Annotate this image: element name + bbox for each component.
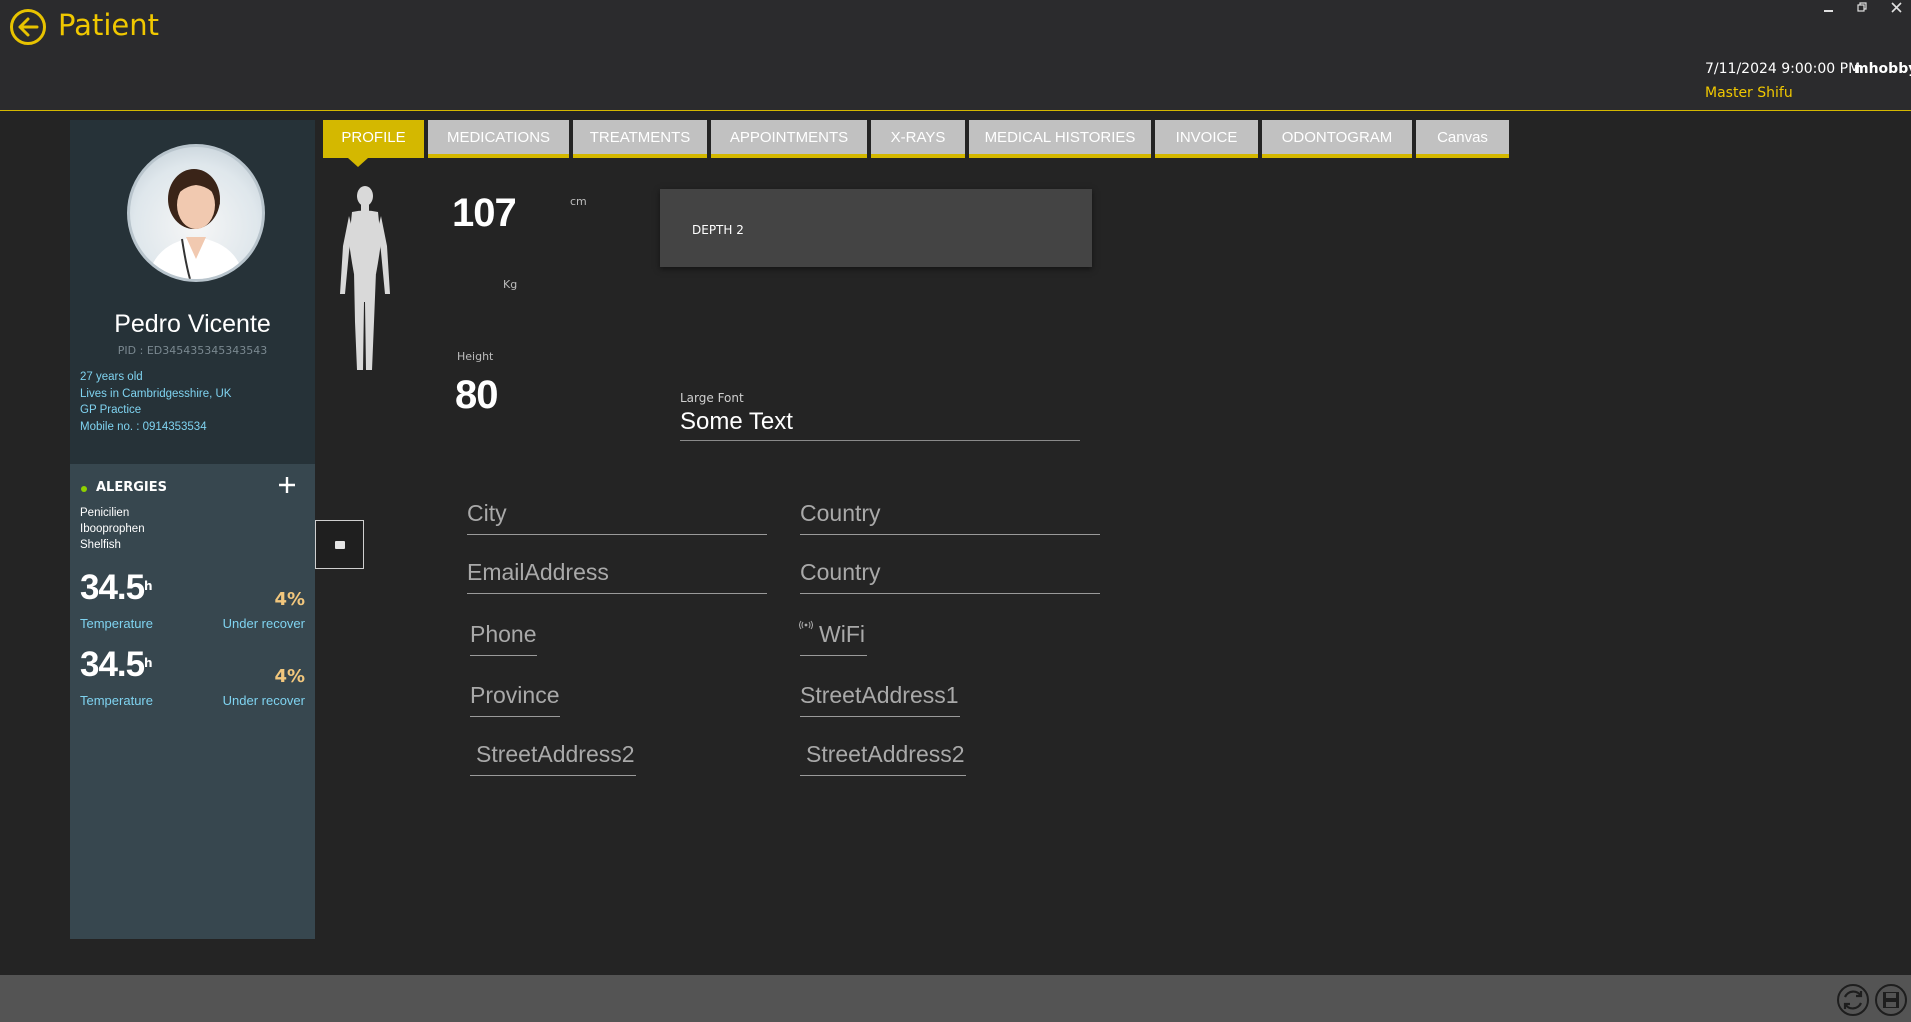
street-address2-field-2[interactable]: StreetAddress2 xyxy=(800,741,966,776)
stat-status: Under recover xyxy=(222,693,305,708)
stat-percent: 4% xyxy=(274,666,305,687)
tab-medications[interactable]: MEDICATIONS xyxy=(428,120,569,158)
country-field[interactable]: Country xyxy=(800,500,1100,535)
username: mhobby xyxy=(1854,61,1911,77)
back-button[interactable] xyxy=(10,9,46,45)
page-title: Patient xyxy=(58,8,159,42)
user-role: Master Shifu xyxy=(1705,85,1793,101)
stat-percent: 4% xyxy=(274,589,305,610)
stat-unit: h xyxy=(144,656,153,670)
close-icon[interactable] xyxy=(1891,1,1902,17)
height-label: Height xyxy=(457,350,494,363)
cm-unit: cm xyxy=(570,195,587,208)
large-font-field[interactable]: Some Text xyxy=(680,408,1080,441)
patient-photo xyxy=(148,169,244,279)
wifi-field[interactable]: WiFi xyxy=(800,621,867,656)
panel-toggle-button[interactable] xyxy=(315,520,364,569)
app-footer xyxy=(0,975,1911,1022)
plus-icon xyxy=(279,477,295,493)
patient-id: PID : ED345435345343543 xyxy=(117,344,268,357)
save-icon[interactable] xyxy=(1874,983,1908,1017)
province-field[interactable]: Province xyxy=(470,682,560,717)
refresh-icon[interactable] xyxy=(1836,983,1870,1017)
stat-status: Under recover xyxy=(222,616,305,631)
tab-canvas[interactable]: Canvas xyxy=(1416,120,1509,158)
depth-label: DEPTH 2 xyxy=(692,223,744,237)
tab-appointments[interactable]: APPOINTMENTS xyxy=(711,120,867,158)
tab-profile[interactable]: PROFILE xyxy=(323,120,424,158)
allergy-item: Penicilien xyxy=(80,507,130,519)
street-address2-field[interactable]: StreetAddress2 xyxy=(470,741,636,776)
height-value: 80 xyxy=(455,373,498,417)
body-silhouette-icon xyxy=(340,186,390,370)
allergy-item: Ibooprophen xyxy=(80,523,145,535)
city-field[interactable]: City xyxy=(467,500,767,535)
kg-unit: Kg xyxy=(503,278,518,291)
minimize-icon[interactable] xyxy=(1824,2,1834,18)
stat-label: Temperature xyxy=(80,693,153,708)
back-arrow-icon xyxy=(18,17,39,37)
weight-value: 107 xyxy=(452,191,517,235)
tab-medical-histories[interactable]: MEDICAL HISTORIES xyxy=(969,120,1151,158)
app-header: Patient 7/11/2024 9:00:00 PM mhobby Mast… xyxy=(0,0,1911,111)
active-tab-pointer xyxy=(348,158,368,167)
phone-field[interactable]: Phone xyxy=(470,621,537,656)
allergies-title: ALERGIES xyxy=(96,480,167,495)
restore-icon[interactable] xyxy=(1857,1,1868,17)
tab-invoice[interactable]: INVOICE xyxy=(1155,120,1258,158)
depth-card: DEPTH 2 xyxy=(660,189,1092,267)
country-field-2[interactable]: Country xyxy=(800,559,1100,594)
current-datetime: 7/11/2024 9:00:00 PM xyxy=(1705,61,1861,77)
stat-value: 34.5 xyxy=(80,645,145,684)
patient-card: Pedro Vicente PID : ED345435345343543 27… xyxy=(70,120,315,464)
email-field[interactable]: EmailAddress xyxy=(467,559,767,594)
allergies-panel: ALERGIES Penicilien Ibooprophen Shelfish… xyxy=(70,464,315,939)
status-dot-icon xyxy=(81,486,87,492)
patient-age: 27 years old xyxy=(80,371,143,383)
patient-name: Pedro Vicente xyxy=(114,310,271,338)
add-allergy-button[interactable] xyxy=(278,473,296,499)
tab-x-rays[interactable]: X-RAYS xyxy=(871,120,965,158)
stat-value: 34.5 xyxy=(80,568,145,607)
card-icon xyxy=(335,541,345,549)
stat-label: Temperature xyxy=(80,616,153,631)
patient-practice: GP Practice xyxy=(80,404,142,416)
patient-mobile: Mobile no. : 0914353534 xyxy=(80,421,207,433)
tab-odontogram[interactable]: ODONTOGRAM xyxy=(1262,120,1412,158)
large-font-label: Large Font xyxy=(680,391,744,405)
patient-location: Lives in Cambridgesshire, UK xyxy=(80,388,232,400)
street-address1-field[interactable]: StreetAddress1 xyxy=(800,682,960,717)
allergy-item: Shelfish xyxy=(80,539,121,551)
tab-treatments[interactable]: TREATMENTS xyxy=(573,120,707,158)
patient-avatar xyxy=(127,144,265,282)
stat-unit: h xyxy=(144,579,153,593)
